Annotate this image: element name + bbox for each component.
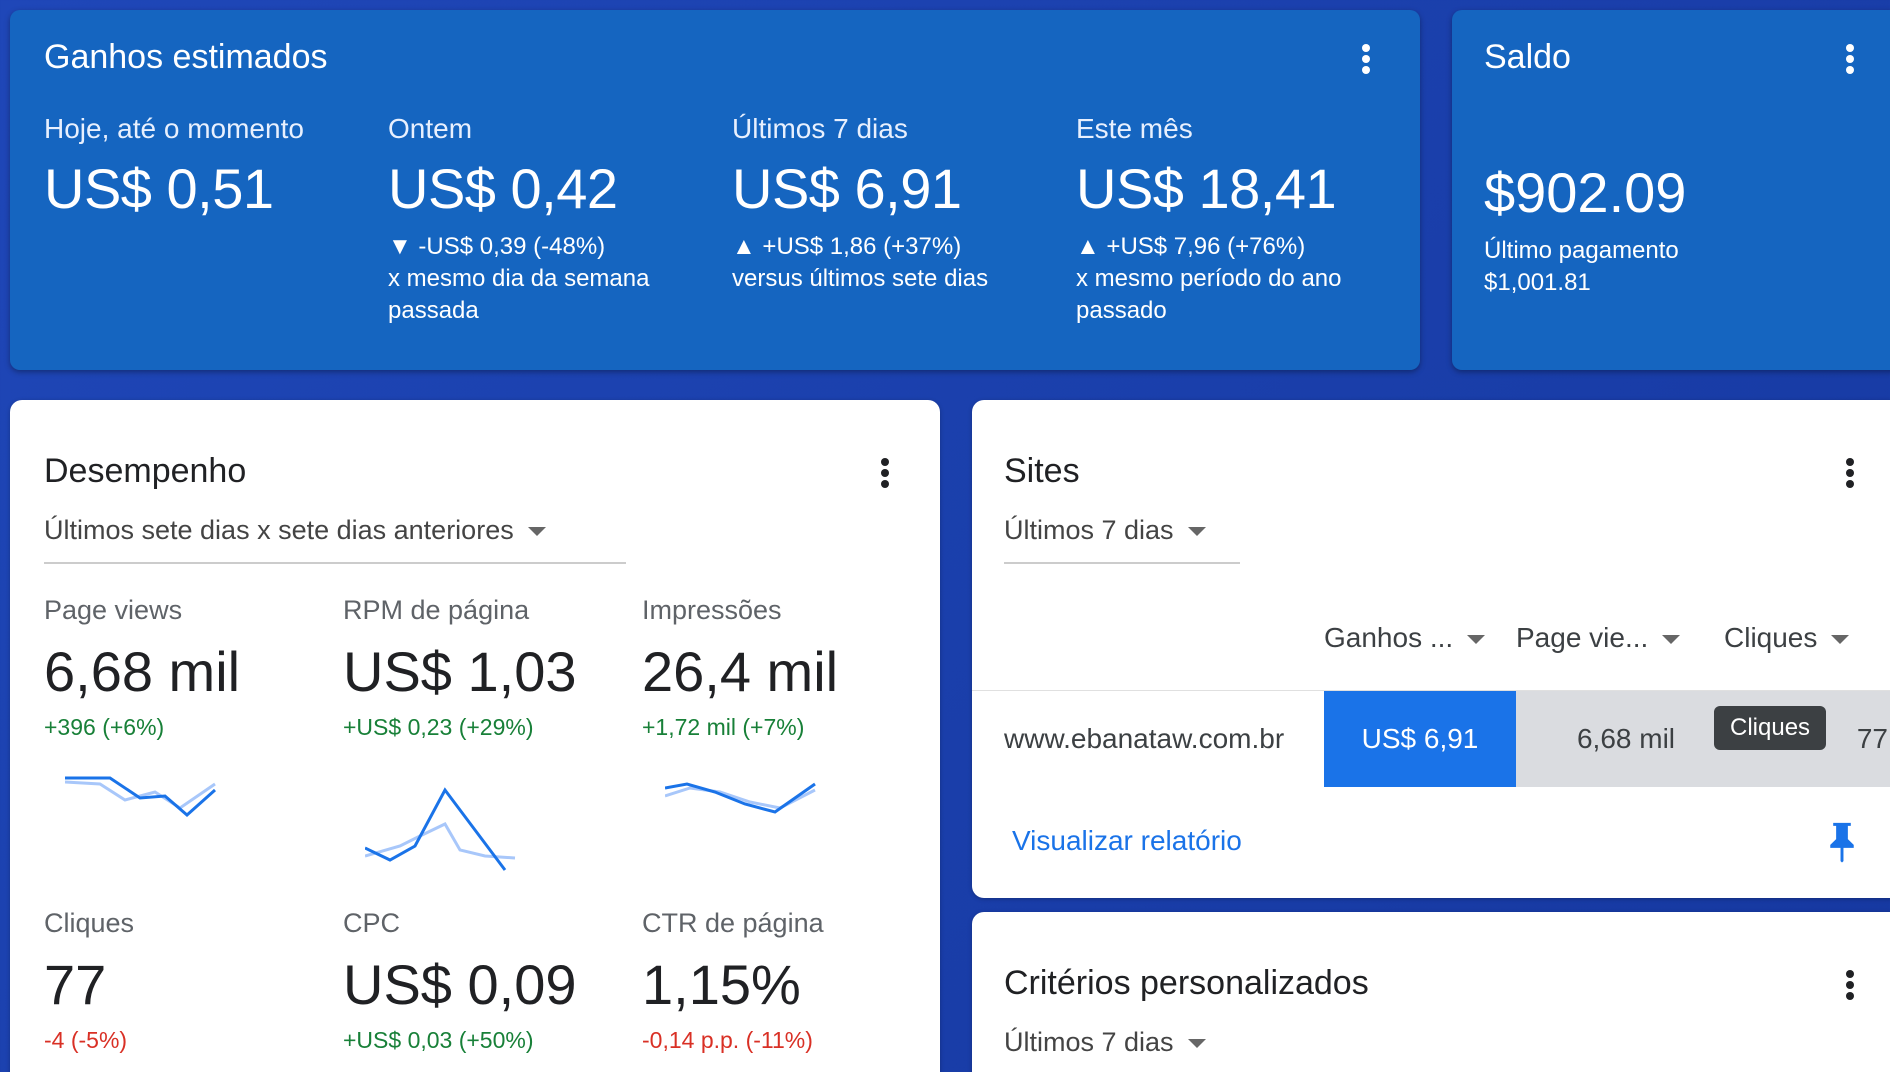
table-row[interactable]: www.ebanataw.com.br US$ 6,91 6,68 mil 77… (972, 690, 1890, 787)
custom-channels-card: Critérios personalizados Últimos 7 dias (972, 912, 1890, 1072)
period-compare: x mesmo dia da semana passada (388, 265, 650, 324)
pin-icon[interactable] (1824, 820, 1860, 864)
column-clicks[interactable]: Cliques (1724, 622, 1850, 654)
balance-value: $902.09 (1484, 161, 1687, 224)
period-yesterday: Ontem US$ 0,42 ▼ -US$ 0,39 (-48%) x mesm… (388, 113, 728, 327)
period-delta: ▲ +US$ 7,96 (+76%) (1076, 233, 1306, 260)
period-compare: versus últimos sete dias (732, 265, 989, 292)
page-views-cell: 6,68 mil (1516, 691, 1736, 787)
metric-value: US$ 0,09 (343, 953, 577, 1016)
balance-more-icon[interactable] (1844, 42, 1856, 80)
sites-more-icon[interactable] (1844, 456, 1856, 494)
estimated-earnings-title: Ganhos estimados (44, 38, 328, 76)
performance-title: Desempenho (44, 452, 247, 490)
metric-page-rpm[interactable]: RPM de página US$ 1,03 +US$ 0,23 (+29%) (343, 595, 633, 741)
metric-label: Page views (44, 595, 183, 625)
period-last-7-days: Últimos 7 dias US$ 6,91 ▲ +US$ 1,86 (+37… (732, 113, 1072, 295)
metric-clicks[interactable]: Cliques 77 -4 (-5%) (44, 908, 334, 1054)
period-today: Hoje, até o momento US$ 0,51 (44, 113, 384, 217)
metric-delta: +US$ 0,03 (+50%) (343, 1027, 534, 1053)
chevron-down-icon (1187, 527, 1206, 537)
column-page-views[interactable]: Page vie... (1516, 622, 1681, 654)
metric-page-ctr[interactable]: CTR de página 1,15% -0,14 p.p. (-11%) (642, 908, 932, 1054)
sites-range-label: Últimos 7 dias (1004, 515, 1174, 545)
page-views-sparkline (65, 776, 216, 817)
chevron-down-icon (1662, 635, 1681, 645)
estimated-earnings-card: Ganhos estimados Hoje, até o momento US$… (10, 10, 1420, 370)
metric-label: Impressões (642, 595, 782, 625)
clicks-value: 77 (1856, 723, 1888, 754)
period-compare: x mesmo período do ano passado (1076, 265, 1342, 324)
metric-delta: +396 (+6%) (44, 714, 165, 740)
period-value: US$ 0,51 (44, 157, 274, 220)
metric-cpc[interactable]: CPC US$ 0,09 +US$ 0,03 (+50%) (343, 908, 633, 1054)
period-delta: ▼ -US$ 0,39 (-48%) (388, 233, 606, 260)
sites-range-dropdown[interactable]: Últimos 7 dias (1004, 515, 1240, 564)
period-this-month: Este mês US$ 18,41 ▲ +US$ 7,96 (+76%) x … (1076, 113, 1416, 327)
period-delta: ▲ +US$ 1,86 (+37%) (732, 233, 962, 260)
performance-range-dropdown[interactable]: Últimos sete dias x sete dias anteriores (44, 515, 626, 564)
performance-more-icon[interactable] (879, 456, 891, 494)
performance-card: Desempenho Últimos sete dias x sete dias… (10, 400, 940, 1072)
sites-card: Sites Últimos 7 dias Ganhos ... Page vie… (972, 400, 1890, 898)
sites-title: Sites (1004, 452, 1080, 490)
column-label: Page vie... (1516, 622, 1649, 653)
column-label: Ganhos ... (1324, 622, 1454, 653)
performance-range-label: Últimos sete dias x sete dias anteriores (44, 515, 514, 545)
last-payment-value: $1,001.81 (1484, 269, 1591, 296)
metric-label: Cliques (44, 908, 135, 938)
metric-value: 77 (44, 953, 107, 1016)
chevron-down-icon (527, 527, 546, 537)
site-name-cell[interactable]: www.ebanataw.com.br (1004, 691, 1314, 787)
metric-label: CTR de página (642, 908, 824, 938)
column-earnings[interactable]: Ganhos ... (1324, 622, 1486, 654)
custom-channels-title: Critérios personalizados (1004, 964, 1369, 1002)
period-value: US$ 6,91 (732, 157, 962, 220)
metric-value: 26,4 mil (642, 640, 839, 703)
balance-title: Saldo (1484, 38, 1571, 76)
metric-value: US$ 1,03 (343, 640, 577, 703)
custom-more-icon[interactable] (1844, 968, 1856, 1006)
view-report-link[interactable]: Visualizar relatório (1012, 825, 1242, 857)
period-value: US$ 18,41 (1076, 157, 1337, 220)
custom-range-dropdown[interactable]: Últimos 7 dias (1004, 1027, 1240, 1072)
metric-delta: -4 (-5%) (44, 1027, 128, 1053)
metric-delta: +US$ 0,23 (+29%) (343, 714, 534, 740)
balance-card: Saldo $902.09 Último pagamento $1,001.81 (1452, 10, 1890, 370)
custom-range-label: Últimos 7 dias (1004, 1027, 1174, 1057)
chevron-down-icon (1467, 635, 1486, 645)
metric-label: CPC (343, 908, 401, 938)
earnings-cell: US$ 6,91 (1324, 691, 1516, 787)
metric-impressions[interactable]: Impressões 26,4 mil +1,72 mil (+7%) (642, 595, 932, 741)
period-value: US$ 0,42 (388, 157, 618, 220)
metric-value: 1,15% (642, 953, 801, 1016)
last-payment-label: Último pagamento (1484, 237, 1679, 264)
column-label: Cliques (1724, 622, 1818, 653)
clicks-tooltip: Cliques (1714, 706, 1827, 750)
period-label: Ontem (388, 113, 473, 144)
period-label: Hoje, até o momento (44, 113, 304, 144)
metric-value: 6,68 mil (44, 640, 241, 703)
metric-page-views[interactable]: Page views 6,68 mil +396 (+6%) (44, 595, 334, 741)
page-rpm-sparkline (365, 787, 516, 871)
earnings-more-icon[interactable] (1360, 42, 1372, 80)
period-label: Últimos 7 dias (732, 113, 908, 144)
chevron-down-icon (1187, 1039, 1206, 1049)
metric-delta: +1,72 mil (+7%) (642, 714, 805, 740)
metric-label: RPM de página (343, 595, 530, 625)
period-label: Este mês (1076, 113, 1193, 144)
chevron-down-icon (1831, 635, 1850, 645)
impressions-sparkline (665, 782, 816, 814)
metric-delta: -0,14 p.p. (-11%) (642, 1027, 813, 1053)
